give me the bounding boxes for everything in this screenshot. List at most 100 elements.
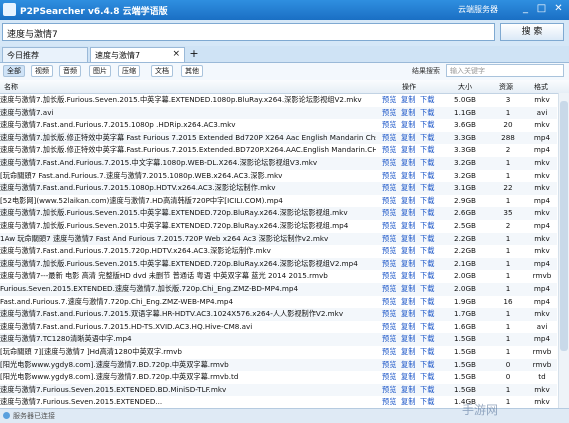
col-resources-header[interactable]: 资源 [499, 82, 513, 92]
download-link[interactable]: 下载 [420, 283, 434, 296]
table-row[interactable]: 速度与激情7.加长版.Furious.Seven.2015.中英字幕.EXTEN… [0, 257, 557, 271]
table-row[interactable]: [阳光电影www.ygdy8.com].速度与激情7.BD.720p.中英双字幕… [0, 358, 557, 372]
copy-link[interactable]: 复制 [401, 245, 415, 258]
scrollbar-thumb[interactable] [560, 101, 568, 351]
copy-link[interactable]: 复制 [401, 94, 415, 107]
download-link[interactable]: 下载 [420, 270, 434, 283]
add-tab-icon[interactable]: + [187, 47, 201, 62]
copy-link[interactable]: 复制 [401, 346, 415, 359]
copy-link[interactable]: 复制 [401, 283, 415, 296]
table-row[interactable]: 速度与激情7.加长版.修正特效中英字幕.Fast.Furious.7.2015.… [0, 144, 557, 157]
copy-link[interactable]: 复制 [401, 384, 415, 397]
download-link[interactable]: 下载 [420, 233, 434, 246]
preview-link[interactable]: 预览 [382, 107, 396, 120]
table-row[interactable]: 1Aw 玩命關頭7 速度与激情7 Fast And Furious 7.2015… [0, 232, 557, 246]
table-row[interactable]: [玩命關頭 7][速度与激情7 ]Hd高清1280中英双字.rmvb 预览 复制 下载… [0, 346, 557, 359]
download-link[interactable]: 下载 [420, 170, 434, 183]
copy-link[interactable]: 复制 [401, 195, 415, 208]
filter-all[interactable]: 全部 [3, 65, 25, 77]
server-label[interactable]: 云端服务器 [458, 4, 498, 15]
table-row[interactable]: 速度与激情7.Fast.and.Furious.7.2015.1080p.HDT… [0, 182, 557, 195]
download-link[interactable]: 下载 [420, 207, 434, 220]
download-link[interactable]: 下载 [420, 119, 434, 132]
download-link[interactable]: 下载 [420, 195, 434, 208]
table-row[interactable]: 速度与激情7.加长版.Furious.Seven.2015.中英字幕.EXTEN… [0, 207, 557, 220]
search-button[interactable]: 搜 索 [500, 23, 564, 41]
preview-link[interactable]: 预览 [382, 132, 396, 145]
filter-document[interactable]: 文档 [151, 65, 173, 77]
preview-link[interactable]: 预览 [382, 207, 396, 220]
col-format-header[interactable]: 格式 [534, 82, 548, 92]
download-link[interactable]: 下载 [420, 94, 434, 107]
table-row[interactable]: 速度与激情7.加长版.Furious.Seven.2015.中英字幕.EXTEN… [0, 94, 557, 107]
table-row[interactable]: [阳光电影www.ygdy8.com].速度与激情7.BD.720p.中英双字幕… [0, 371, 557, 384]
copy-link[interactable]: 复制 [401, 371, 415, 384]
preview-link[interactable]: 预览 [382, 296, 396, 309]
preview-link[interactable]: 预览 [382, 144, 396, 157]
copy-link[interactable]: 复制 [401, 157, 415, 170]
table-row[interactable]: [玩命關頭7 Fast.and.Furious.7.速度与激情7.2015.10… [0, 170, 557, 183]
preview-link[interactable]: 预览 [382, 321, 396, 334]
minimize-button[interactable]: _ [518, 2, 533, 16]
preview-link[interactable]: 预览 [382, 170, 396, 183]
preview-link[interactable]: 预览 [382, 359, 396, 372]
result-filter-input[interactable]: 输入关键字 [446, 64, 564, 77]
download-link[interactable]: 下载 [420, 333, 434, 346]
download-link[interactable]: 下载 [420, 308, 434, 321]
preview-link[interactable]: 预览 [382, 94, 396, 107]
copy-link[interactable]: 复制 [401, 132, 415, 145]
preview-link[interactable]: 预览 [382, 384, 396, 397]
col-name-header[interactable]: 名称 [4, 82, 18, 92]
preview-link[interactable]: 预览 [382, 119, 396, 132]
preview-link[interactable]: 预览 [382, 346, 396, 359]
download-link[interactable]: 下载 [420, 396, 434, 408]
preview-link[interactable]: 预览 [382, 371, 396, 384]
copy-link[interactable]: 复制 [401, 359, 415, 372]
table-row[interactable]: [52电影网](www.52laikan.com)速度与激情7.HD高清韩版72… [0, 195, 557, 208]
download-link[interactable]: 下载 [420, 144, 434, 157]
download-link[interactable]: 下载 [420, 157, 434, 170]
download-link[interactable]: 下载 [420, 245, 434, 258]
copy-link[interactable]: 复制 [401, 321, 415, 334]
table-row[interactable]: 速度与激情7.Fast.and.Furious.7.2015.1080p .HD… [0, 119, 557, 132]
download-link[interactable]: 下载 [420, 359, 434, 372]
download-link[interactable]: 下载 [420, 321, 434, 334]
filter-image[interactable]: 图片 [89, 65, 111, 77]
preview-link[interactable]: 预览 [382, 258, 396, 271]
maximize-button[interactable]: □ [534, 2, 549, 16]
copy-link[interactable]: 复制 [401, 119, 415, 132]
download-link[interactable]: 下载 [420, 132, 434, 145]
table-row[interactable]: 速度与激情7.加长版.修正特效中英字幕 Fast Furious 7.2015 … [0, 131, 557, 145]
preview-link[interactable]: 预览 [382, 333, 396, 346]
download-link[interactable]: 下载 [420, 346, 434, 359]
download-link[interactable]: 下载 [420, 107, 434, 120]
preview-link[interactable]: 预览 [382, 157, 396, 170]
table-row[interactable]: 速度与激情7.avi 预览 复制 下载 1.1GB 1 avi [0, 106, 557, 120]
download-link[interactable]: 下载 [420, 371, 434, 384]
close-button[interactable]: ✕ [551, 2, 566, 16]
preview-link[interactable]: 预览 [382, 182, 396, 195]
copy-link[interactable]: 复制 [401, 182, 415, 195]
filter-archive[interactable]: 压缩 [118, 65, 140, 77]
tab-today[interactable]: 今日推荐 [2, 47, 88, 62]
col-size-header[interactable]: 大小 [458, 82, 472, 92]
copy-link[interactable]: 复制 [401, 396, 415, 408]
download-link[interactable]: 下载 [420, 182, 434, 195]
preview-link[interactable]: 预览 [382, 308, 396, 321]
table-row[interactable]: 速度与激情7---最新 电影 高清 完整版HD dvd 未删节 普通话 粤语 中… [0, 270, 557, 283]
table-row[interactable]: 速度与激情7.Furious.Seven.2015.EXTENDED.BD.Mi… [0, 383, 557, 397]
table-row[interactable]: 速度与激情7.Fast.and.Furious.7.2015.双语字幕.HR-H… [0, 308, 557, 321]
tab-close-icon[interactable]: × [172, 49, 180, 59]
search-input[interactable]: 速度与激情7 [2, 23, 495, 41]
copy-link[interactable]: 复制 [401, 308, 415, 321]
preview-link[interactable]: 预览 [382, 270, 396, 283]
copy-link[interactable]: 复制 [401, 220, 415, 233]
preview-link[interactable]: 预览 [382, 396, 396, 408]
preview-link[interactable]: 预览 [382, 220, 396, 233]
table-row[interactable]: 速度与激情7.Fast.And.Furious.7.2015.中文字幕.1080… [0, 157, 557, 170]
copy-link[interactable]: 复制 [401, 270, 415, 283]
copy-link[interactable]: 复制 [401, 107, 415, 120]
table-row[interactable]: 速度与激情7.Fast.and.Furious.7.2015.HD-TS.XVI… [0, 321, 557, 334]
filter-other[interactable]: 其他 [181, 65, 203, 77]
preview-link[interactable]: 预览 [382, 233, 396, 246]
